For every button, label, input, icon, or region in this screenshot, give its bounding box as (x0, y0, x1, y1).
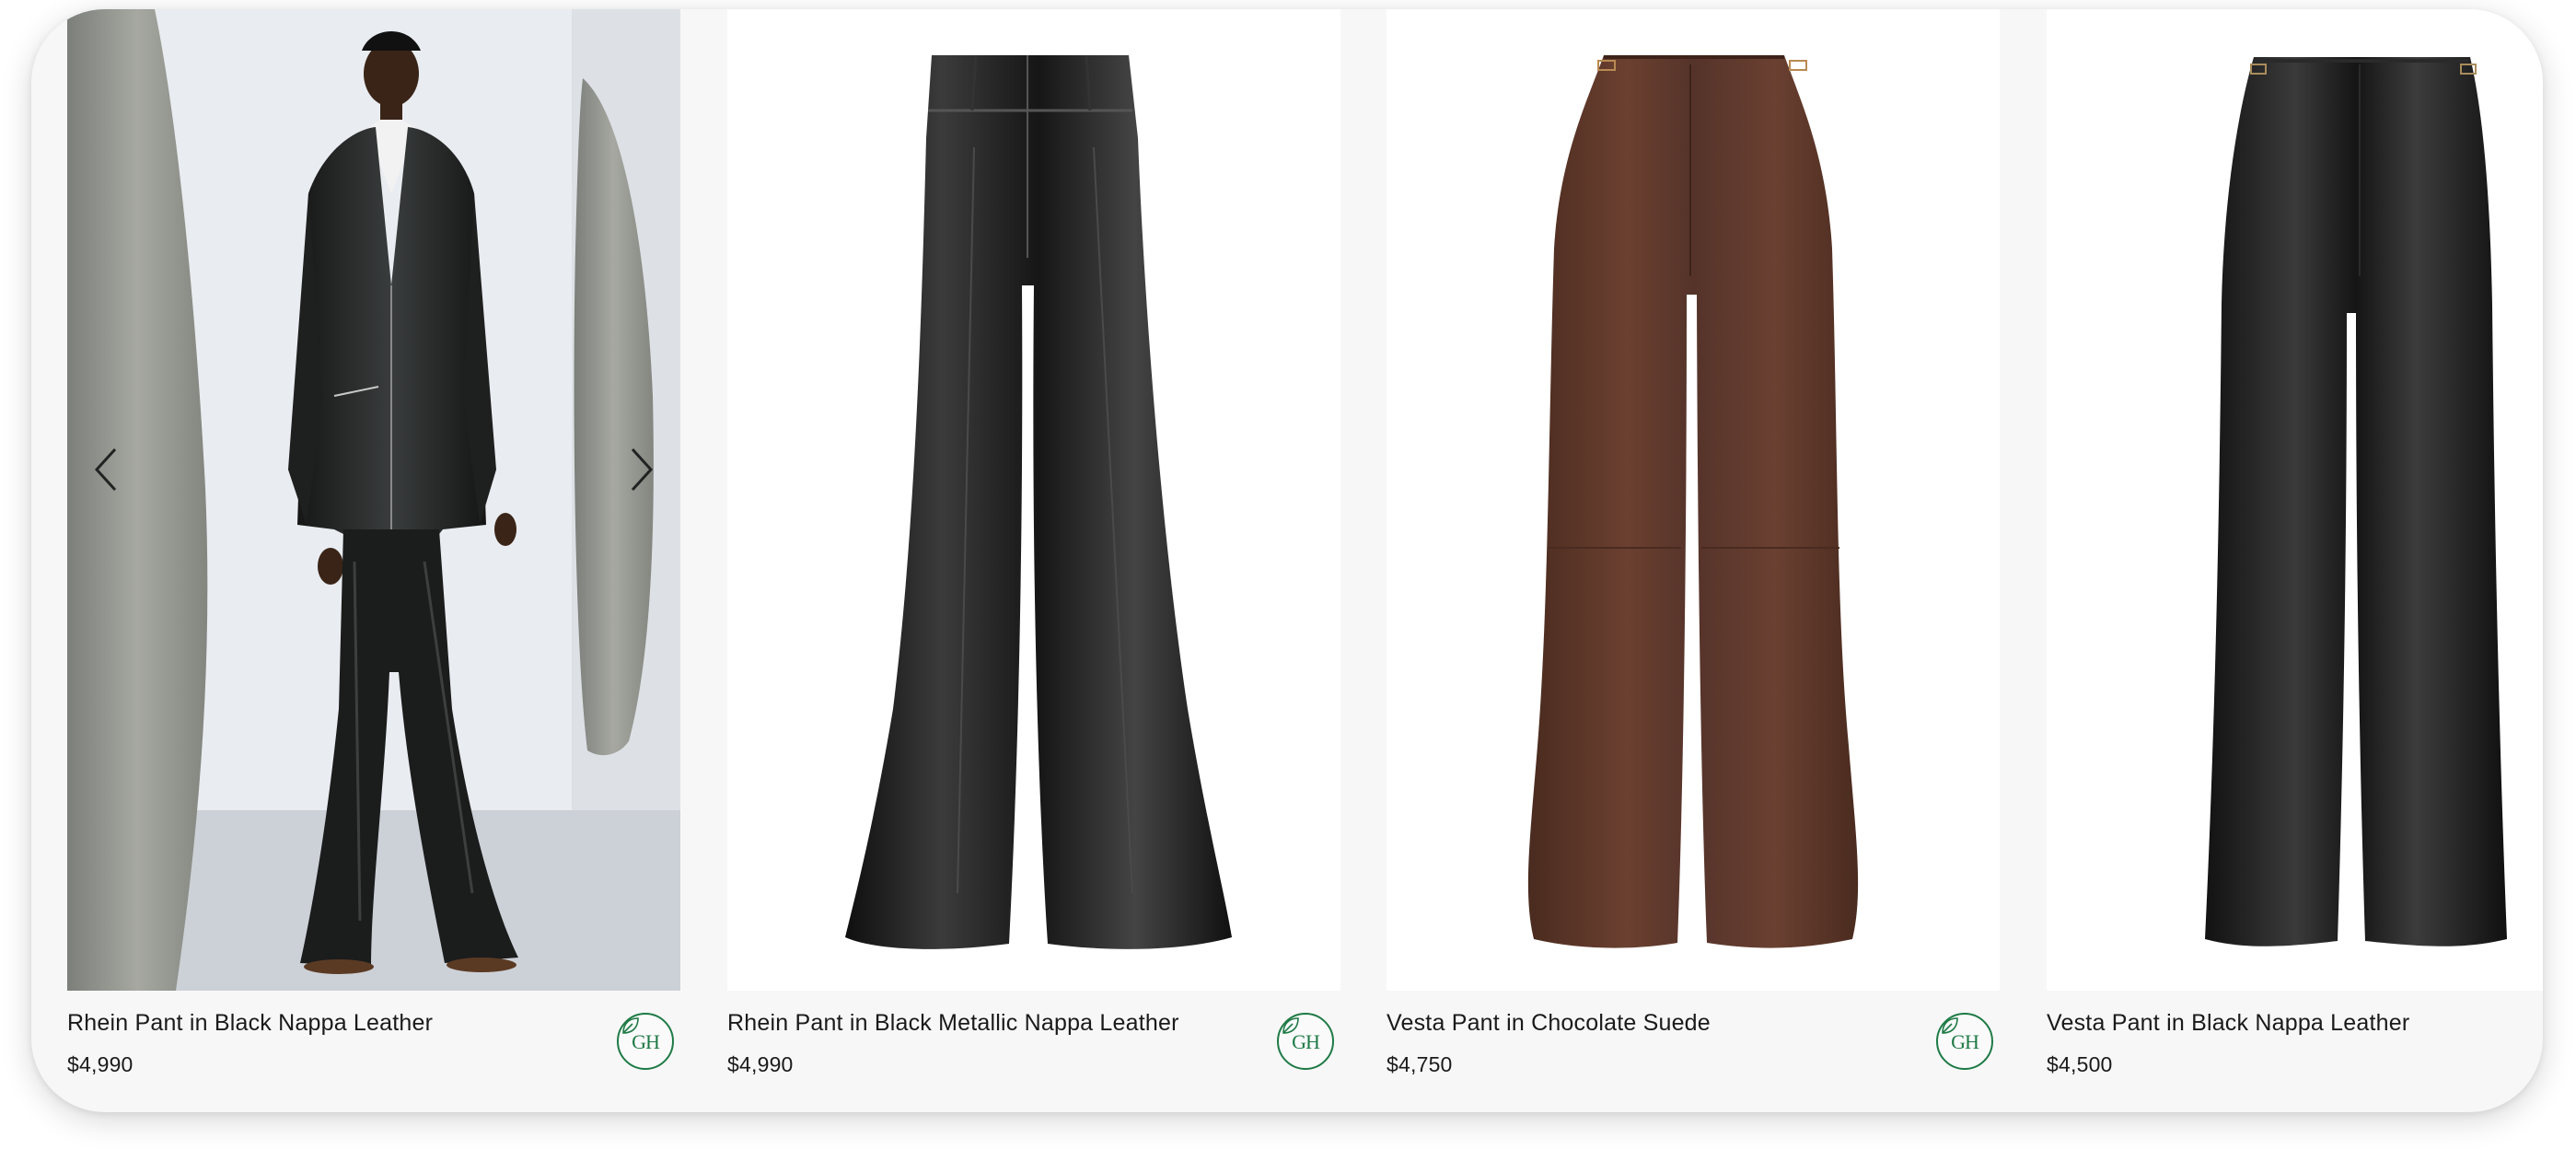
chevron-right-icon[interactable] (621, 442, 662, 497)
product-card[interactable]: Rhein Pant in Black Metallic Nappa Leath… (727, 9, 1340, 1112)
product-name[interactable]: Rhein Pant in Black Nappa Leather (67, 1010, 433, 1037)
product-name[interactable]: Vesta Pant in Black Nappa Leather (2047, 1010, 2409, 1037)
product-name[interactable]: Vesta Pant in Chocolate Suede (1387, 1010, 1711, 1037)
brand-badge: GH (1277, 1013, 1334, 1070)
product-image[interactable] (727, 9, 1340, 991)
product-price: $4,750 (1387, 1052, 1453, 1076)
product-price: $4,990 (67, 1052, 133, 1076)
leaf-icon (622, 1017, 639, 1034)
product-card[interactable]: Vesta Pant in Black Nappa Leather $4,500 (2047, 9, 2543, 1112)
product-image[interactable] (1387, 9, 2000, 991)
product-name[interactable]: Rhein Pant in Black Metallic Nappa Leath… (727, 1010, 1179, 1037)
product-image[interactable] (2047, 9, 2543, 991)
brand-badge: GH (617, 1013, 674, 1070)
product-card[interactable]: Vesta Pant in Chocolate Suede $4,750 GH (1387, 9, 2000, 1112)
brand-badge: GH (1936, 1013, 1993, 1070)
leaf-icon (1942, 1017, 1958, 1034)
leaf-icon (1282, 1017, 1299, 1034)
product-carousel: Rhein Pant in Black Nappa Leather $4,990… (31, 9, 2543, 1112)
product-price: $4,500 (2047, 1052, 2113, 1076)
product-image[interactable] (67, 9, 680, 991)
product-card[interactable]: Rhein Pant in Black Nappa Leather $4,990… (67, 9, 680, 1112)
product-price: $4,990 (727, 1052, 794, 1076)
chevron-left-icon[interactable] (86, 442, 126, 497)
